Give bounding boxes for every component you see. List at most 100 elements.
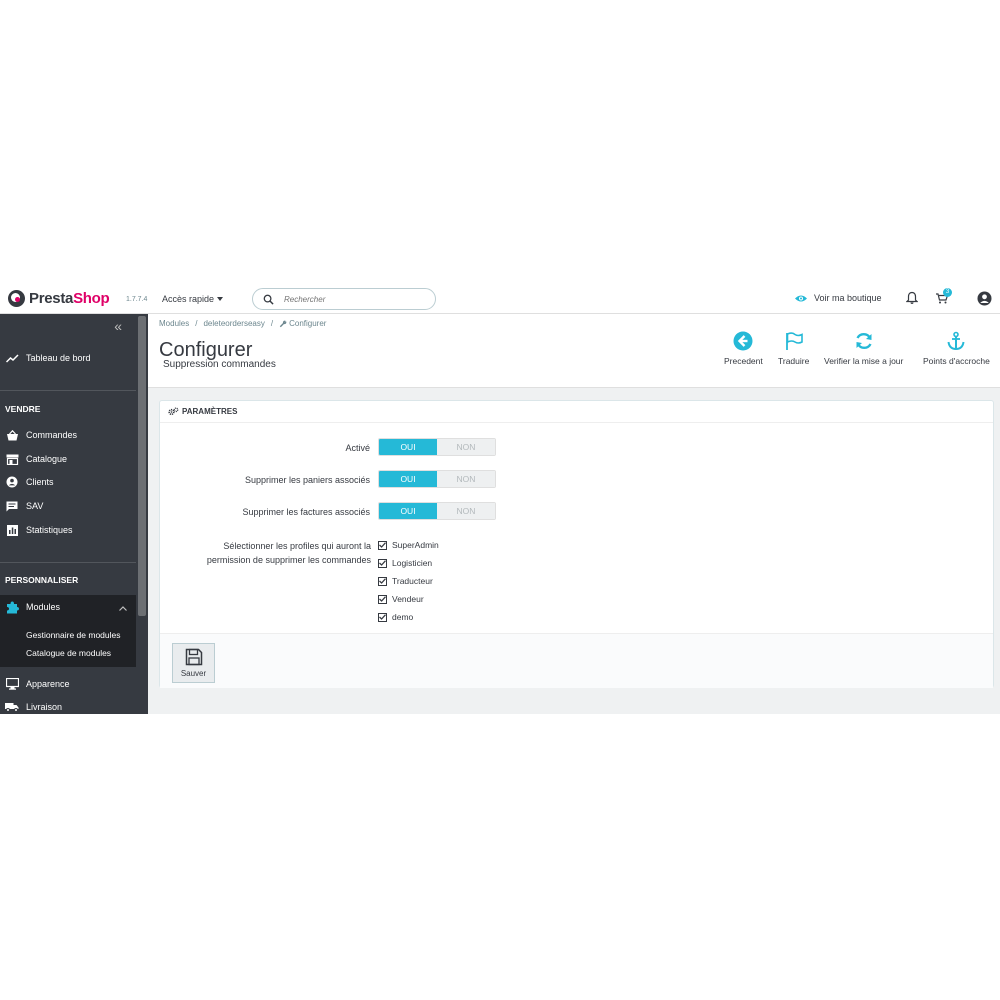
profile-checkbox-demo[interactable]: demo — [378, 612, 413, 622]
version-label: 1.7.7.4 — [126, 296, 148, 303]
chat-bubble-icon — [5, 500, 19, 512]
sidebar-item-modules[interactable]: Modules — [0, 595, 136, 619]
sidebar-section-sell: VENDRE — [5, 404, 41, 414]
settings-panel: PARAMÈTRES Activé OUI NON Supprimer les … — [159, 400, 994, 688]
sidebar-item-label: Commandes — [26, 430, 78, 440]
profile-label: Vendeur — [392, 594, 424, 604]
eye-icon — [795, 295, 807, 301]
breadcrumb-module-name[interactable]: deleteorderseasy — [203, 319, 264, 328]
view-shop-label: Voir ma boutique — [814, 293, 882, 303]
collapse-sidebar-icon[interactable]: « — [114, 319, 122, 333]
user-account-icon[interactable] — [977, 291, 992, 309]
sidebar-item-dashboard[interactable]: Tableau de bord — [0, 352, 136, 364]
carts-yes[interactable]: OUI — [379, 471, 437, 487]
back-button[interactable]: Precedent — [724, 331, 763, 366]
refresh-icon — [856, 332, 872, 350]
scrollbar-thumb[interactable] — [138, 316, 146, 616]
chevron-up-icon — [119, 603, 127, 613]
checkbox-checked-icon[interactable] — [378, 540, 387, 550]
profile-label: SuperAdmin — [392, 540, 439, 550]
admin-window: PrestaShop 1.7.7.4 Accès rapide Voir ma … — [0, 284, 1000, 714]
profile-checkbox-logisticien[interactable]: Logisticien — [378, 558, 432, 568]
profiles-label: Sélectionner les profiles qui auront la … — [206, 541, 371, 565]
invoices-no[interactable]: NON — [437, 503, 495, 519]
save-button[interactable]: Sauver — [172, 643, 215, 683]
invoices-yes[interactable]: OUI — [379, 503, 437, 519]
sidebar-item-appearance[interactable]: Apparence — [0, 678, 136, 690]
hooks-button[interactable]: Points d'accroche — [923, 331, 990, 366]
breadcrumb-current: Configurer — [279, 319, 326, 328]
profile-label: Traducteur — [392, 576, 433, 586]
arrow-circle-left-icon — [733, 331, 753, 351]
wrench-icon — [279, 320, 287, 327]
active-switch[interactable]: OUI NON — [378, 438, 496, 456]
top-header: PrestaShop 1.7.7.4 Accès rapide Voir ma … — [0, 284, 1000, 314]
bar-chart-icon — [5, 524, 19, 536]
sidebar-item-label: Catalogue — [26, 454, 68, 464]
page-subtitle: Suppression commandes — [163, 359, 276, 370]
checkbox-checked-icon[interactable] — [378, 612, 387, 622]
sidebar-divider — [0, 390, 136, 391]
account-circle-icon — [5, 476, 19, 488]
profile-checkbox-vendeur[interactable]: Vendeur — [378, 594, 424, 604]
back-label: Precedent — [724, 356, 763, 366]
panel-heading-label: PARAMÈTRES — [182, 407, 238, 416]
profile-checkbox-traducteur[interactable]: Traducteur — [378, 576, 433, 586]
active-label: Activé — [345, 443, 370, 453]
carts-switch[interactable]: OUI NON — [378, 470, 496, 488]
breadcrumb-separator: / — [195, 319, 198, 328]
modules-submenu — [0, 619, 136, 667]
carts-label: Supprimer les paniers associés — [244, 475, 370, 485]
panel-footer: Sauver — [160, 633, 993, 688]
sidebar-item-catalog[interactable]: Catalogue — [0, 453, 136, 465]
checkbox-checked-icon[interactable] — [378, 558, 387, 568]
breadcrumb: Modules / deleteorderseasy / Configurer — [159, 319, 326, 328]
active-no[interactable]: NON — [437, 439, 495, 455]
translate-button[interactable]: Traduire — [778, 331, 809, 366]
view-shop-link[interactable]: Voir ma boutique — [794, 293, 882, 303]
caret-down-icon — [217, 297, 224, 301]
search-icon[interactable] — [263, 294, 274, 305]
quick-access-dropdown[interactable]: Accès rapide — [162, 294, 224, 304]
sidebar-scrollbar[interactable] — [136, 314, 148, 714]
prestashop-logo[interactable]: PrestaShop — [8, 290, 110, 307]
profile-label: demo — [392, 612, 414, 622]
sidebar-subitem-module-catalog[interactable]: Catalogue de modules — [26, 648, 111, 658]
sidebar-item-shipping[interactable]: Livraison — [0, 701, 136, 713]
cogs-icon — [168, 407, 179, 416]
truck-icon — [5, 701, 19, 713]
sidebar-subitem-module-manager[interactable]: Gestionnaire de modules — [26, 630, 121, 640]
orders-cart-icon[interactable]: 3 — [935, 288, 952, 308]
search-input[interactable] — [284, 294, 424, 304]
breadcrumb-modules[interactable]: Modules — [159, 319, 189, 328]
profile-label: Logisticien — [392, 558, 433, 568]
monitor-icon — [5, 678, 19, 690]
sidebar-section-customize: PERSONNALISER — [5, 575, 79, 585]
sidebar: « Tableau de bord VENDRE Commandes Catal… — [0, 314, 136, 714]
panel-heading: PARAMÈTRES — [160, 401, 993, 423]
notification-badge: 3 — [943, 288, 952, 297]
checkbox-checked-icon[interactable] — [378, 576, 387, 586]
check-update-button[interactable]: Verifier la mise a jour — [824, 331, 903, 366]
prestashop-logo-icon — [8, 290, 25, 307]
sidebar-item-label: Livraison — [26, 702, 63, 712]
quick-access-label: Accès rapide — [162, 294, 215, 304]
sidebar-item-orders[interactable]: Commandes — [0, 429, 136, 441]
sidebar-item-customers[interactable]: Clients — [0, 476, 136, 488]
carts-no[interactable]: NON — [437, 471, 495, 487]
sidebar-item-support[interactable]: SAV — [0, 500, 136, 512]
invoices-switch[interactable]: OUI NON — [378, 502, 496, 520]
sidebar-item-label: Clients — [26, 477, 54, 487]
sidebar-item-label: Modules — [26, 602, 61, 612]
sidebar-item-stats[interactable]: Statistiques — [0, 524, 136, 536]
anchor-icon — [947, 331, 965, 351]
active-yes[interactable]: OUI — [379, 439, 437, 455]
search-bar[interactable] — [252, 288, 436, 310]
check-update-label: Verifier la mise a jour — [824, 356, 904, 366]
profile-checkbox-superadmin[interactable]: SuperAdmin — [378, 540, 439, 550]
breadcrumb-current-label: Configurer — [289, 319, 327, 328]
checkbox-checked-icon[interactable] — [378, 594, 387, 604]
notifications-bell-icon[interactable] — [905, 291, 919, 308]
flag-icon — [785, 332, 803, 350]
sidebar-item-label: Apparence — [26, 679, 70, 689]
